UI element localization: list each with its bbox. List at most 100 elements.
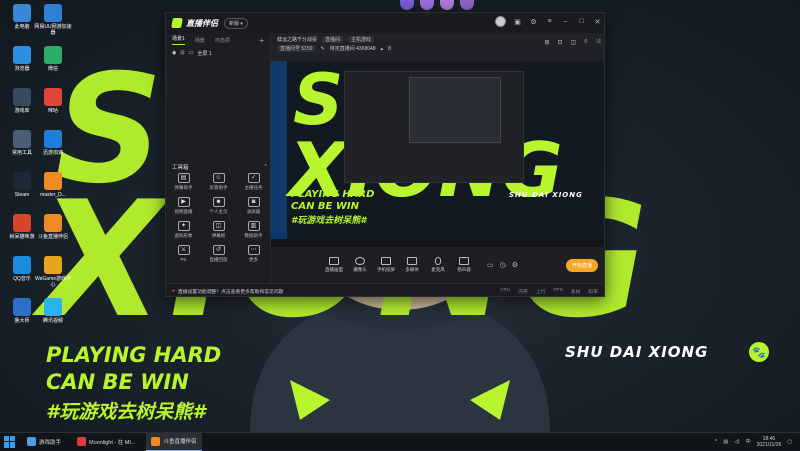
- add-scene-icon[interactable]: +: [259, 36, 264, 45]
- eye-icon[interactable]: ◉: [172, 50, 176, 56]
- tab-scene-1[interactable]: 场景1: [172, 35, 185, 45]
- tool-11[interactable]: ⋯ 更多: [236, 245, 271, 263]
- notice-text[interactable]: 直播设置功能调整？点击查看更多帮助和常见问题: [178, 288, 284, 295]
- ime-indicator[interactable]: 中: [746, 438, 751, 445]
- toolbox-title: 工具箱: [172, 165, 189, 171]
- category-chip[interactable]: 主机游戏: [348, 36, 375, 43]
- skin-icon[interactable]: ▣: [513, 18, 522, 26]
- tool-9[interactable]: ⚔ PK: [166, 245, 201, 263]
- record-icon[interactable]: ▭: [487, 261, 494, 269]
- volume-icon[interactable]: ◁): [734, 439, 740, 445]
- preview-slogan-1: PLAYING HARD: [291, 189, 375, 200]
- scene-source-row[interactable]: ◉ ⊡ ▭ 全屏 1: [166, 47, 270, 59]
- tool-label: 数据助手: [244, 233, 263, 238]
- desktop-icon-douyu[interactable]: 斗鱼直播伴侣: [33, 214, 73, 240]
- tool-3[interactable]: ▶ 视频直播: [166, 197, 201, 215]
- tray-chevron-icon[interactable]: ^: [715, 439, 717, 445]
- tool-1[interactable]: ☺ 房管助手: [201, 173, 236, 191]
- version-selector[interactable]: 新版 ▾: [224, 17, 248, 29]
- status-metrics: CPU 内存 上行 FPS 丢帧 码率: [500, 288, 598, 295]
- stream-title[interactable]: 蚌运之路千分战役: [277, 36, 317, 43]
- desktop-icon-uu[interactable]: 网易UU网游加速器: [33, 4, 73, 36]
- minimize-icon[interactable]: –: [561, 18, 570, 25]
- layout-icon[interactable]: ⊞: [544, 39, 549, 46]
- wechat-icon: [44, 46, 62, 64]
- ludashi-icon: [13, 298, 31, 316]
- paw-icon: 🐾: [749, 342, 769, 362]
- close-icon[interactable]: ✕: [593, 18, 602, 26]
- taskbar-items: 游戏助手 Moonlight - 在 MI... 斗鱼直播伴侣: [16, 432, 202, 451]
- slogan-line-1: PLAYING HARD: [46, 343, 222, 367]
- scene-capture-button[interactable]: 直播画面: [321, 257, 347, 273]
- tool-6[interactable]: ✦ 虚拟形象: [166, 221, 201, 239]
- live-streaming-app-window[interactable]: 直播伴侣 新版 ▾ ▣ ⚙ ≡ – □ ✕ 场景1 场景 可选项 + ◉ ⊡ ▭…: [165, 12, 605, 297]
- speaker-button[interactable]: 扬声器: [451, 257, 477, 273]
- lock-icon[interactable]: ⊡: [180, 50, 184, 56]
- title-bar[interactable]: 直播伴侣 新版 ▾ ▣ ⚙ ≡ – □ ✕: [166, 13, 604, 33]
- tab-scene-2[interactable]: 场景: [195, 37, 205, 44]
- taskbar-item[interactable]: 游戏助手: [22, 433, 66, 451]
- taskbar-item[interactable]: 斗鱼直播伴侣: [146, 432, 202, 451]
- tool-10[interactable]: ↺ 直播回放: [201, 245, 236, 263]
- tool-8[interactable]: ▥ 数据助手: [236, 221, 271, 239]
- status-metric: 码率: [588, 289, 598, 295]
- app-logo-icon: [171, 18, 183, 28]
- desktop-icon-wegame[interactable]: WeGame游戏中心: [33, 256, 73, 288]
- menu-icon[interactable]: ≡: [545, 18, 554, 25]
- game-icon: [13, 214, 31, 232]
- edit-icon[interactable]: ✎: [321, 46, 325, 52]
- tool-icon: ↺: [212, 245, 225, 255]
- camera-icon: [355, 257, 365, 265]
- tool-icon: ◙: [247, 197, 260, 207]
- tool-icon: ☻: [212, 197, 225, 207]
- desktop-icon-tencent-video[interactable]: 腾讯视频: [33, 298, 73, 324]
- share-icon[interactable]: ⤨: [595, 39, 600, 46]
- media-button[interactable]: 多媒体: [399, 257, 425, 273]
- network-icon[interactable]: ▤: [723, 439, 728, 445]
- tool-2[interactable]: ✓ 主播任务: [236, 173, 271, 191]
- wegame-icon: [44, 256, 62, 274]
- tool-icon: ◫: [212, 221, 225, 231]
- phone-cast-button[interactable]: 手机投屏: [373, 257, 399, 273]
- desktop-icon-master[interactable]: master_D...: [33, 172, 73, 198]
- desktop-icon-label: 斗鱼直播伴侣: [37, 234, 68, 240]
- taskbar-item-label: Moonlight - 在 MI...: [89, 439, 136, 446]
- maximize-icon[interactable]: □: [577, 18, 586, 25]
- gear-icon[interactable]: ⚙: [512, 261, 518, 269]
- main-area: 蚌运之路千分战役 直播间 主机游戏 直播间号 5159 ✎ 待定直播间 4368…: [271, 33, 604, 283]
- timer-icon[interactable]: ◷: [500, 261, 506, 269]
- bell-icon[interactable]: ◊: [584, 39, 587, 46]
- tool-0[interactable]: ▤ 弹幕助手: [166, 173, 201, 191]
- nested-taskbar: [271, 239, 604, 247]
- stream-preview[interactable]: SHUI XIONG PLAYING HARD CAN BE WIN #玩游戏去…: [271, 61, 604, 247]
- tool-4[interactable]: ☻ 个人主页: [201, 197, 236, 215]
- windows-start-icon[interactable]: [4, 435, 16, 448]
- desktop-icon-label: 腾讯视频: [42, 318, 63, 324]
- room-chip[interactable]: 直播间: [322, 36, 344, 43]
- tab-options[interactable]: 可选项: [215, 37, 230, 44]
- douyu-icon: [151, 436, 161, 446]
- clock-date: 2021/11/26: [756, 441, 782, 448]
- camera-button[interactable]: 摄像头: [347, 257, 373, 273]
- toolbox-grid: ▤ 弹幕助手 ☺ 房管助手 ✓ 主播任务 ▶ 视频直播 ☻ 个人主页 ◙ 录屏器 ✦ 虚拟形象 ◫ 弹幕姬 ▥ 数…: [166, 173, 271, 263]
- tool-label: 虚拟形象: [174, 233, 193, 238]
- go-live-button[interactable]: 开始直播: [565, 258, 598, 272]
- microphone-icon: [435, 257, 441, 265]
- tool-7[interactable]: ◫ 弹幕姬: [201, 221, 236, 239]
- settings-icon[interactable]: ⚙: [529, 18, 538, 26]
- taskbar-item[interactable]: Moonlight - 在 MI...: [72, 433, 140, 451]
- desktop-icon-xunyou[interactable]: 迅游加速: [33, 130, 73, 156]
- avatar[interactable]: [495, 16, 506, 27]
- microphone-button[interactable]: 麦克风: [425, 257, 451, 273]
- monitor-icon: ▭: [188, 50, 194, 56]
- lock-preview-icon[interactable]: ⊡: [558, 39, 563, 46]
- tool-5[interactable]: ◙ 录屏器: [236, 197, 271, 215]
- desktop-icon-migu[interactable]: 咪咕: [33, 88, 73, 114]
- media-icon: [407, 257, 417, 265]
- scene-tabs: 场景1 场景 可选项 +: [166, 33, 270, 47]
- desktop-icon-wechat[interactable]: 微信: [33, 46, 73, 72]
- clock[interactable]: 18:46 2021/11/26: [757, 436, 782, 448]
- screenshot-icon[interactable]: ◫: [571, 39, 577, 46]
- notification-icon[interactable]: ▢: [787, 439, 792, 445]
- toolbox-settings-icon[interactable]: ◔: [264, 163, 267, 171]
